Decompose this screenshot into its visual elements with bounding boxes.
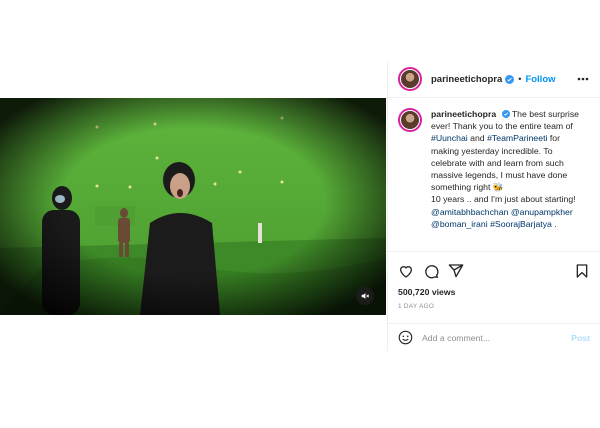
caption-avatar[interactable] [398, 108, 422, 132]
header-username[interactable]: parineetichopra [431, 74, 502, 85]
hashtag-uunchai[interactable]: #Uunchai [431, 133, 468, 143]
view-count[interactable]: 500,720 views [398, 287, 590, 297]
post-sidebar: parineetichopra • Follow parineetichopra [387, 61, 600, 351]
heart-icon[interactable] [398, 263, 414, 279]
caption: parineetichopra The best surprise ever! … [388, 98, 600, 248]
mute-button[interactable] [356, 287, 374, 305]
avatar[interactable] [398, 67, 422, 91]
caption-and: and [470, 133, 485, 144]
caption-line-3: 10 years .. and I'm just about starting! [431, 194, 576, 205]
verified-badge-icon [505, 74, 515, 84]
mention-anupampkher[interactable]: @anupampkher [511, 207, 573, 217]
post-header: parineetichopra • Follow [388, 61, 600, 98]
caption-end: . [554, 218, 557, 229]
more-options-button[interactable] [576, 72, 590, 86]
post-comment-button[interactable]: Post [571, 333, 590, 343]
hashtag-soorajbarjatya[interactable]: #SoorajBarjatya [490, 219, 552, 229]
follow-button[interactable]: Follow [525, 74, 555, 85]
comment-input[interactable]: Add a comment... [422, 333, 490, 343]
more-icon [577, 77, 589, 81]
post-actions: 500,720 views 1 DAY AGO [388, 251, 600, 310]
emoji-icon[interactable] [398, 330, 413, 345]
post-video[interactable] [0, 98, 386, 315]
video-frame [0, 98, 386, 315]
share-icon[interactable] [448, 263, 464, 279]
caption-username[interactable]: parineetichopra [431, 109, 496, 119]
instagram-post: parineetichopra • Follow parineetichopra [0, 61, 600, 351]
caption-text: parineetichopra The best surprise ever! … [431, 108, 590, 248]
separator-dot: • [518, 74, 522, 84]
post-timestamp[interactable]: 1 DAY AGO [398, 303, 590, 310]
verified-badge-icon [501, 110, 510, 118]
mention-amitabhbachchan[interactable]: @amitabhbachchan [431, 207, 508, 217]
comment-icon[interactable] [423, 263, 439, 279]
muted-speaker-icon [361, 293, 370, 299]
comment-bar: Add a comment... Post [388, 323, 600, 351]
hashtag-teamparineeti[interactable]: #TeamParineeti [487, 133, 547, 143]
bookmark-icon[interactable] [574, 263, 590, 279]
mention-boman-irani[interactable]: @boman_irani [431, 219, 488, 229]
